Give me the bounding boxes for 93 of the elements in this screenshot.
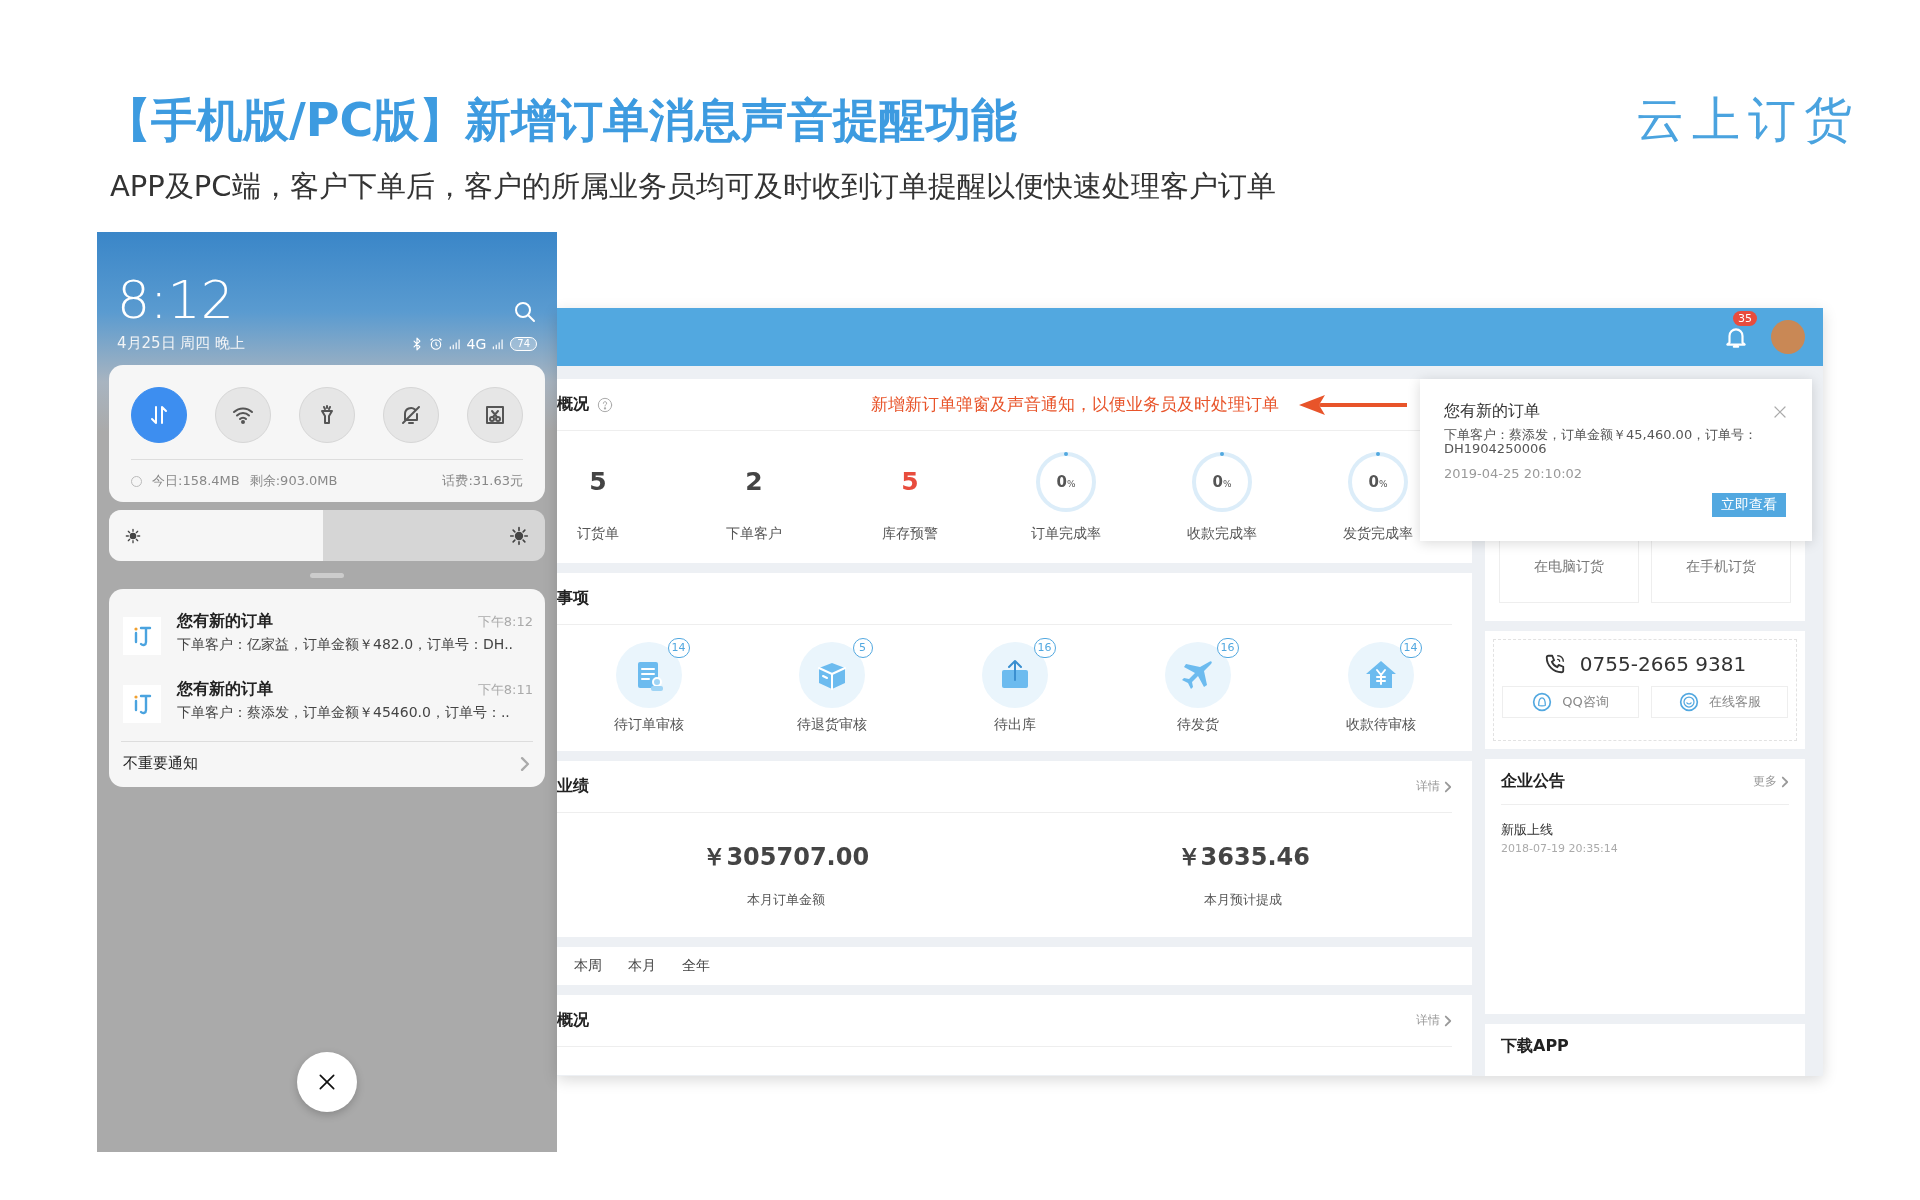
popup-time: 2019-04-25 20:10:02 [1444, 466, 1584, 481]
sun-icon [509, 525, 529, 546]
period-tab[interactable]: 本月 [626, 953, 658, 979]
amount-value: ￥305707.00 [702, 842, 870, 873]
drag-handle[interactable] [310, 573, 344, 578]
page-subtitle: APP及PC端，客户下单后，客户的所属业务员均可及时收到订单提醒以便快速处理客户订单 [109, 168, 1277, 205]
todo-label: 收款待审核 [1345, 716, 1416, 734]
period-tab[interactable]: 全年 [680, 953, 712, 979]
section-title: 概况 [557, 1010, 589, 1031]
stat-label: 下单客户 [726, 525, 782, 543]
stat-value: 0% [1368, 473, 1388, 491]
notification-time: 下午8:12 [477, 612, 533, 631]
sun-icon [125, 527, 141, 544]
chevron-icon [1444, 780, 1452, 793]
contact-button[interactable]: 在线客服 [1651, 686, 1788, 718]
details-link[interactable]: 详情 [1416, 1012, 1452, 1029]
amount-label: 本月订单金额 [746, 891, 825, 909]
notification-text: 下单客户：蔡添发，订单金额￥45460.0，订单号：.. [177, 704, 511, 722]
stat-label: 订单完成率 [1031, 525, 1101, 543]
progress-ring [1035, 451, 1097, 513]
close-button[interactable] [297, 1052, 357, 1112]
usage-text: 剩余:903.0MB [249, 472, 338, 490]
count-badge: 16 [1216, 638, 1239, 658]
stat-value: 5 [589, 466, 607, 498]
page-title: 【手机版/PC版】新增订单消息声音提醒功能 [105, 92, 1018, 149]
close-icon [317, 1072, 337, 1092]
date-text: 4月25日 周四 晚上 [117, 334, 246, 353]
todo-label: 待订单审核 [613, 716, 684, 734]
smiley-icon [1678, 692, 1699, 712]
chevron-icon [1444, 1014, 1452, 1027]
popup-text: 下单客户：蔡添发，订单金额￥45,460.00，订单号：DH1904250006 [1444, 428, 1759, 456]
app-logo-icon [123, 685, 161, 723]
network-type: 4G [466, 335, 487, 352]
stat-label: 订货单 [577, 525, 619, 543]
count-badge: 5 [852, 638, 873, 658]
count-badge: 14 [1399, 638, 1422, 658]
balance-text: 话费:31.63元 [442, 472, 523, 490]
signal-icon [447, 336, 462, 351]
stat-value: 0% [1056, 473, 1076, 491]
amount-value: ￥3635.46 [1176, 842, 1310, 873]
notification-title: 您有新的订单 [177, 611, 273, 632]
notification-title: 您有新的订单 [177, 679, 273, 700]
bell-off-icon [399, 403, 423, 427]
todo-label: 待发货 [1176, 716, 1219, 734]
stat-value: 0% [1212, 473, 1232, 491]
clock-time: 8:12 [117, 270, 234, 330]
signal-icon [491, 336, 506, 351]
search-icon[interactable] [513, 300, 537, 324]
alarm-icon [428, 336, 443, 351]
more-link[interactable]: 更多 [1753, 773, 1789, 790]
section-title: 企业公告 [1501, 771, 1565, 792]
period-tab[interactable]: 本周 [572, 953, 604, 979]
phone-icon [1543, 653, 1566, 675]
todo-label: 待出库 [993, 716, 1036, 734]
close-icon[interactable] [1774, 405, 1786, 418]
section-title: 概况 [557, 394, 589, 415]
stat-value: 5 [901, 466, 919, 498]
notice-time: 2018-07-19 20:35:14 [1501, 842, 1619, 855]
section-title: 事项 [557, 588, 589, 609]
count-badge: 16 [1033, 638, 1056, 658]
folded-notifications-link[interactable]: 不重要通知 [123, 754, 198, 773]
notification-badge: 35 [1733, 311, 1757, 326]
chevron-icon [519, 756, 531, 771]
section-title: 下载APP [1501, 1036, 1569, 1055]
chevron-icon [1781, 775, 1789, 788]
stat-value: 2 [745, 466, 763, 498]
battery-indicator: 74 [510, 336, 537, 351]
view-now-button[interactable]: 立即查看 [1712, 493, 1786, 517]
stat-label: 发货完成率 [1343, 525, 1413, 543]
phone-number: 0755-2665 9381 [1579, 652, 1747, 676]
help-icon[interactable] [597, 396, 613, 413]
popup-title: 您有新的订单 [1444, 401, 1540, 422]
screenshot-icon [483, 403, 507, 427]
progress-ring [1191, 451, 1253, 513]
notice-title: 新版上线 [1501, 821, 1554, 839]
usage-text: 今日:158.4MB [152, 472, 240, 490]
annotation-text: 新增新订单弹窗及声音通知，以便业务员及时处理订单 [871, 393, 1279, 416]
quick-toggle[interactable] [131, 387, 187, 443]
section-title: 业绩 [557, 776, 589, 797]
brightness-slider[interactable] [109, 510, 545, 561]
details-link[interactable]: 详情 [1416, 778, 1452, 795]
logo: 云上订货 [1636, 90, 1860, 149]
stat-label: 库存预警 [882, 525, 938, 543]
notification-time: 下午8:11 [477, 680, 533, 699]
contact-button[interactable]: QQ咨询 [1502, 686, 1639, 718]
notification-text: 下单客户：亿家益，订单金额￥482.0，订单号：DH.. [177, 636, 515, 654]
stat-label: 收款完成率 [1187, 525, 1257, 543]
progress-ring [1347, 451, 1409, 513]
app-logo-icon [123, 617, 161, 655]
qq-icon [1532, 692, 1553, 712]
amount-label: 本月预计提成 [1204, 891, 1283, 909]
todo-label: 待退货审核 [796, 716, 867, 734]
count-badge: 14 [667, 638, 690, 658]
